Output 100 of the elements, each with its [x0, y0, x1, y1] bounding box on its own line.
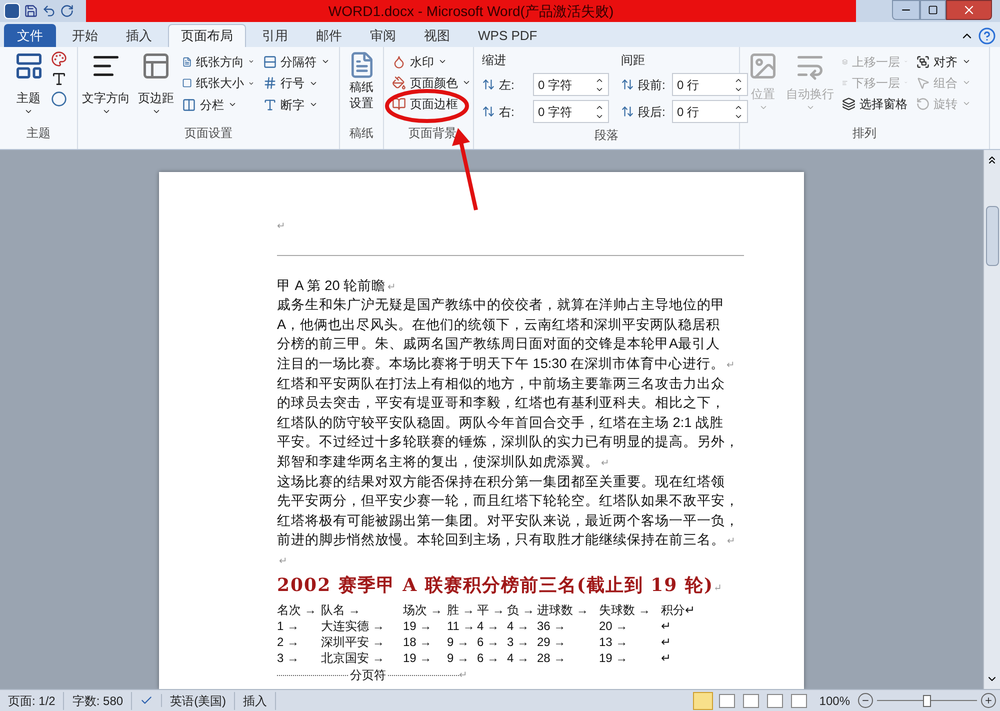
- table-cell-text: 负 →: [507, 602, 536, 618]
- spin-field[interactable]: 0 字符: [533, 73, 609, 96]
- manuscript-button[interactable]: 稿纸 设置: [348, 51, 376, 111]
- undo-icon[interactable]: [42, 4, 56, 18]
- body-text-line: 先平安两分，但平安少赛一轮，而且红塔下轮轮空。红塔队如果不敌平安，: [277, 492, 739, 510]
- field-label: 段前:: [638, 76, 666, 94]
- table-cell-text: 9 →: [447, 634, 470, 650]
- save-icon[interactable]: [24, 4, 38, 18]
- ribbon-tab[interactable]: 视图: [412, 24, 462, 47]
- table-cell-text: 进球数 →: [537, 602, 590, 618]
- body-text-line: 红塔和平安两队在打法上有相似的地方，中前场主要靠两三名攻击力出众: [277, 374, 725, 393]
- zoom-thumb[interactable]: [923, 694, 931, 706]
- scroll-thumb[interactable]: [986, 206, 998, 266]
- table-cell-text: 深圳平安 →: [321, 634, 386, 650]
- rotate-icon: [916, 96, 930, 110]
- caret-icon: [462, 78, 471, 87]
- zoom-slider[interactable]: [877, 696, 977, 706]
- ribbon-button[interactable]: 页面颜色: [392, 72, 473, 93]
- field-label: 左:: [499, 76, 516, 94]
- theme-effects-icon[interactable]: [50, 91, 66, 107]
- table-cell-text: 19 →: [599, 650, 629, 666]
- field-label: 段后:: [638, 104, 666, 120]
- ribbon-tab[interactable]: 开始: [60, 24, 110, 47]
- ribbon-tab[interactable]: 文件: [4, 24, 56, 47]
- ribbon-tab[interactable]: 审阅: [358, 24, 408, 47]
- ribbon-button[interactable]: 对齐: [916, 51, 981, 72]
- body-text-line: 这场比赛的结果对双方能否保持在积分第一集团都至关重要。现在红塔领: [277, 472, 725, 491]
- view-button[interactable]: [719, 694, 736, 708]
- table-cell-text: ↵: [661, 650, 672, 666]
- group-label: 主题: [26, 126, 50, 140]
- caret-icon: [806, 103, 814, 112]
- table-cell-text: 场次 →: [403, 602, 444, 618]
- table-cell-text: 36 →: [537, 618, 567, 634]
- table-cell-text: 名次 →: [277, 602, 318, 618]
- caret-icon: [962, 99, 970, 108]
- body-text-line: 前进的脚步悄然放慢。本轮回到主场，只有取胜才能继续保持在前三名。↵: [277, 531, 735, 550]
- ribbon-button[interactable]: 分栏: [182, 94, 254, 116]
- group-icon: [916, 54, 930, 68]
- ruler-toggle-icon[interactable]: [986, 154, 998, 166]
- spin-field[interactable]: 0 行: [672, 100, 748, 123]
- table-cell-text: 6 →: [477, 634, 500, 650]
- ribbon-button[interactable]: 页面边框: [392, 93, 473, 114]
- table-heading: 2002 赛季甲 A 联赛积分榜前三名(截止到 19 轮)↵: [277, 574, 724, 598]
- spin-field[interactable]: 0 行: [672, 73, 748, 96]
- ribbon-button[interactable]: 行号: [262, 72, 335, 94]
- spacing-icon: [621, 105, 634, 118]
- ribbon-tab[interactable]: 页面布局: [168, 24, 246, 47]
- table-cell-text: ↵: [661, 618, 672, 634]
- letter-icon: [262, 98, 276, 112]
- theme-button[interactable]: 主题: [10, 51, 46, 116]
- table-cell-text: 3 →: [277, 650, 300, 666]
- help-icon[interactable]: [978, 27, 996, 45]
- table-cell-text: 积分↵: [661, 602, 696, 618]
- ribbon-button[interactable]: 水印: [392, 51, 473, 72]
- table-cell-text: 13 →: [599, 634, 629, 650]
- close-button[interactable]: [946, 0, 992, 20]
- window-title: WORD1.docx - Microsoft Word(产品激活失败): [86, 0, 856, 22]
- ribbon-button[interactable]: 纸张大小: [182, 72, 254, 94]
- ribbon-button[interactable]: 分隔符: [262, 51, 335, 72]
- view-button[interactable]: [791, 694, 808, 708]
- theme-colors-icon[interactable]: [50, 51, 66, 67]
- ribbon-tab[interactable]: 引用: [250, 24, 300, 47]
- ribbon-button[interactable]: 断字: [262, 94, 335, 116]
- zoom-out-button[interactable]: [858, 693, 873, 708]
- table-cell-text: 19 →: [403, 650, 433, 666]
- redo-icon[interactable]: [60, 4, 74, 18]
- ribbon-tab[interactable]: 插入: [114, 24, 164, 47]
- table-cell-text: 北京国安 →: [321, 650, 386, 666]
- ribbon-tab[interactable]: 邮件: [304, 24, 354, 47]
- body-text-line: 郑智和李建华两名主将的复出，使深圳队如虎添翼。↵: [277, 452, 609, 471]
- table-cell-text: 大连实德 →: [321, 618, 386, 634]
- table-cell-text: ↵: [661, 634, 672, 650]
- ribbon-button[interactable]: 纸张方向: [182, 51, 254, 72]
- table-cell-text: 4 →: [477, 618, 500, 634]
- body-text-line: 平安。不过经过十多轮联赛的锤炼，深圳队的实力已有明显的提高。另外，: [277, 433, 739, 452]
- table-cell-text: 队名 →: [321, 602, 362, 618]
- table-cell-text: 失球数 →: [599, 602, 652, 618]
- status-item: 字数: 580: [64, 692, 132, 710]
- table-cell-text: 4 →: [507, 650, 530, 666]
- status-item: 英语(美国): [162, 692, 236, 710]
- body-text-line: 甲 A 第 20 轮前瞻↵: [277, 276, 396, 295]
- zoom-level: 100%: [818, 692, 851, 710]
- zoom-in-button[interactable]: [981, 693, 996, 708]
- pointer-icon: [916, 76, 930, 90]
- ribbon-button[interactable]: 文字方向: [82, 51, 130, 116]
- close-icon: [962, 3, 976, 17]
- ribbon-tab[interactable]: WPS PDF: [466, 24, 550, 47]
- ribbon-button[interactable]: 选择窗格: [842, 93, 908, 114]
- spacing-icon: [621, 78, 634, 91]
- section-title: 间距: [621, 52, 646, 69]
- spacing-icon: [482, 78, 495, 91]
- theme-fonts-icon[interactable]: [50, 71, 66, 87]
- spin-field[interactable]: 0 字符: [533, 100, 609, 123]
- body-text-line: 戚务生和朱广沪无疑是国产教练中的佼佼者，就算在洋帅占主导地位的甲: [277, 296, 725, 314]
- view-button[interactable]: [743, 694, 760, 708]
- view-button[interactable]: [767, 694, 784, 708]
- theme-icon: [14, 51, 44, 81]
- table-cell-text: 18 →: [403, 634, 433, 650]
- restore-button[interactable]: [920, 0, 946, 20]
- ribbon-button[interactable]: 页边距: [138, 51, 174, 116]
